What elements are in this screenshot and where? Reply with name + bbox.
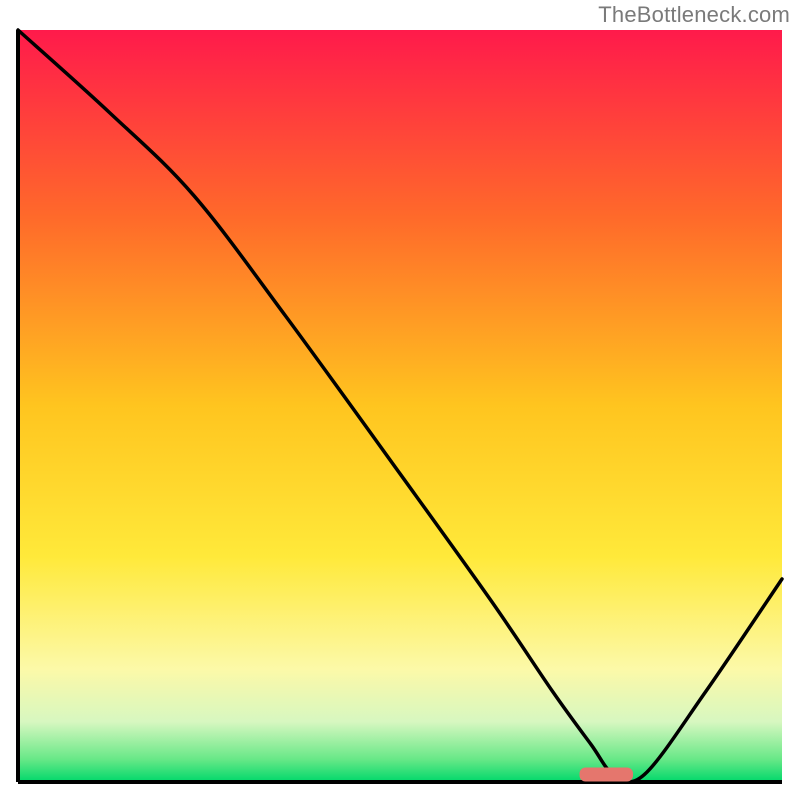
bottleneck-chart [0, 0, 800, 800]
plot-background [18, 30, 782, 782]
watermark-text: TheBottleneck.com [598, 2, 790, 28]
chart-container: TheBottleneck.com [0, 0, 800, 800]
optimal-marker [580, 767, 633, 781]
